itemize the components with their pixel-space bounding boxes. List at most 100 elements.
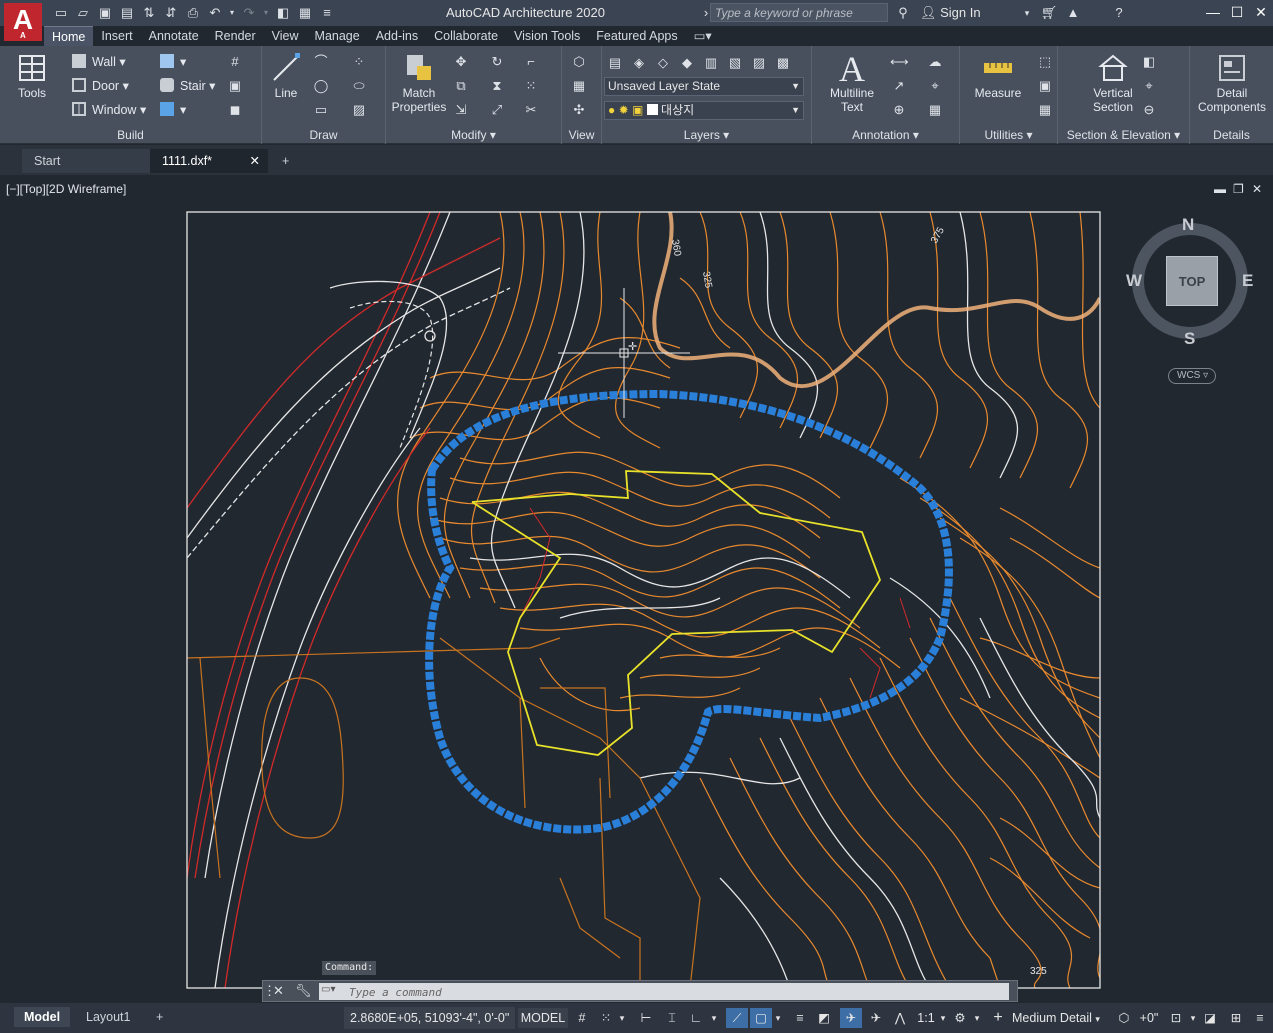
ellipse-icon[interactable]: ⬭	[350, 77, 368, 95]
new-tab-button[interactable]: +	[278, 149, 300, 173]
application-menu-button[interactable]: AA	[4, 3, 42, 41]
tab-featured-apps[interactable]: Featured Apps	[588, 26, 685, 46]
rotate-icon[interactable]: ↻	[488, 53, 506, 71]
close-icon[interactable]: ✕	[273, 983, 284, 999]
calculator-icon[interactable]: ▦	[1036, 101, 1054, 119]
select-similar-icon[interactable]: ▣	[1036, 77, 1054, 95]
close-icon[interactable]: ✕	[1252, 3, 1270, 21]
viewport-controls-label[interactable]: [−][Top][2D Wireframe]	[6, 182, 126, 196]
rectangle-icon[interactable]: ▭	[312, 101, 330, 119]
window-button[interactable]: Window ▾	[72, 101, 146, 119]
view-cube-icon[interactable]: ⬡	[570, 53, 588, 71]
grid-display-icon[interactable]: #	[572, 1008, 592, 1028]
command-input-box[interactable]: ▭▾	[319, 983, 1009, 1001]
trim-icon[interactable]: ✂	[522, 101, 540, 119]
layout1-tab[interactable]: Layout1	[76, 1007, 140, 1027]
move-icon[interactable]: ✥	[452, 53, 470, 71]
tab-add-ins[interactable]: Add-ins	[368, 26, 426, 46]
share-icon[interactable]: ◧	[274, 4, 292, 22]
minimize-icon[interactable]: —	[1204, 3, 1222, 21]
binoculars-icon[interactable]: ⚲	[894, 4, 912, 22]
ortho-mode-icon[interactable]: ∟	[686, 1008, 706, 1028]
vertical-section-button[interactable]: Vertical Section	[1084, 52, 1142, 114]
viewport-restore-icon[interactable]: ❐	[1233, 182, 1244, 196]
hatch-dropdown-icon[interactable]: ▾	[1188, 1008, 1198, 1028]
open-web-icon[interactable]: ⇅	[140, 4, 158, 22]
tab-manage[interactable]: Manage	[307, 26, 368, 46]
snap-dropdown-icon[interactable]: ▾	[616, 1008, 628, 1028]
undo-dropdown-icon[interactable]: ▾	[228, 4, 236, 22]
point-icon[interactable]: ⁘	[350, 53, 368, 71]
current-layer-dropdown[interactable]: ● ✹ ▣ 대상지 ▼	[604, 101, 804, 120]
array-icon[interactable]: ⁙	[522, 77, 540, 95]
detail-level-dropdown[interactable]: Medium Detail ▾	[1012, 1008, 1108, 1028]
new-icon[interactable]: ▭	[52, 4, 70, 22]
surface-hatch-icon[interactable]: ⊡	[1166, 1008, 1186, 1028]
scale-icon[interactable]: ⤢	[488, 101, 506, 119]
copy-icon[interactable]: ⧉	[452, 77, 470, 95]
command-prompt-icon[interactable]: ▭▾	[321, 984, 345, 998]
stretch-icon[interactable]: ⇲	[452, 101, 470, 119]
tab-insert[interactable]: Insert	[93, 26, 140, 46]
tab-drawing[interactable]: 1111.dxf* ✕	[150, 149, 268, 173]
tab-collaborate[interactable]: Collaborate	[426, 26, 506, 46]
lineweight-icon[interactable]: ≡	[790, 1008, 810, 1028]
transparency-icon[interactable]: ◩	[814, 1008, 834, 1028]
hatch-icon[interactable]: ▨	[350, 101, 368, 119]
column-icon[interactable]: ▣	[226, 77, 244, 95]
object-snap-tracking-icon[interactable]: ▢	[750, 1008, 772, 1028]
viewcube-top-face[interactable]: TOP	[1166, 256, 1218, 306]
workspace-dropdown-icon[interactable]: ▾	[972, 1008, 982, 1028]
search-input[interactable]	[711, 4, 887, 22]
autodesk-app-icon[interactable]: ▲	[1064, 4, 1082, 22]
workspace-icon[interactable]: ▦	[296, 4, 314, 22]
cart-icon[interactable]: 🛒︎	[1040, 4, 1058, 22]
multiline-text-button[interactable]: A Multiline Text	[822, 51, 882, 114]
drawing-viewport[interactable]: 360 325 375 325 ✛ [−][Top][2D Wireframe]…	[0, 178, 1273, 1000]
drawing-canvas[interactable]: 360 325 375 325 ✛	[0, 178, 1273, 1000]
help-icon[interactable]: ?	[1110, 4, 1128, 22]
elevation-mark-icon[interactable]: ⊖	[1140, 101, 1158, 119]
annotation-visibility-icon[interactable]: ✈	[840, 1008, 862, 1028]
search-box[interactable]	[710, 3, 888, 22]
tab-render[interactable]: Render	[207, 26, 264, 46]
add-layout-button[interactable]: +	[146, 1007, 173, 1027]
fillet-icon[interactable]: ⌐	[522, 53, 540, 71]
grid-icon[interactable]: #	[226, 53, 244, 71]
layer-state-dropdown[interactable]: Unsaved Layer State ▼	[604, 77, 804, 96]
workspace-gear-icon[interactable]: ⚙	[950, 1008, 970, 1028]
layer-previous-icon[interactable]: ▨	[750, 54, 768, 72]
compass-east[interactable]: E	[1242, 271, 1253, 291]
open-icon[interactable]: ▱	[74, 4, 92, 22]
callout-icon[interactable]: ⌖	[1140, 77, 1158, 95]
customize-qat-icon[interactable]: ≡	[318, 4, 336, 22]
tab-start[interactable]: Start	[22, 149, 150, 173]
infer-constraints-icon[interactable]: ⊢	[636, 1008, 656, 1028]
circle-icon[interactable]: ◯	[312, 77, 330, 95]
sign-in-dropdown-icon[interactable]: ▾	[1018, 4, 1036, 22]
table-icon[interactable]: ▦	[926, 101, 944, 119]
elevation-offset[interactable]: +0"	[1136, 1008, 1162, 1028]
door-button[interactable]: Door ▾	[72, 77, 129, 95]
mirror-icon[interactable]: ⧗	[488, 77, 506, 95]
save-web-icon[interactable]: ⇵	[162, 4, 180, 22]
osnap-dropdown-icon[interactable]: ▾	[772, 1008, 784, 1028]
pan-icon[interactable]: ✣	[570, 101, 588, 119]
tab-annotate[interactable]: Annotate	[141, 26, 207, 46]
tools-button[interactable]: Tools	[12, 52, 52, 100]
maximize-icon[interactable]: ☐	[1228, 3, 1246, 21]
section-box-icon[interactable]: ◧	[1140, 53, 1158, 71]
customize-wrench-icon[interactable]: 🔧︎	[295, 983, 312, 999]
viewports-icon[interactable]: ▦	[570, 77, 588, 95]
compass-north[interactable]: N	[1182, 215, 1194, 235]
redo-icon[interactable]: ↷	[240, 4, 258, 22]
measure-button[interactable]: Measure	[968, 52, 1028, 100]
polyline-icon[interactable]: ⌒	[312, 53, 330, 71]
polar-dropdown-icon[interactable]: ▾	[708, 1008, 720, 1028]
wcs-menu[interactable]: WCS ▿	[1168, 368, 1216, 384]
viewport-minimize-icon[interactable]: ▬	[1214, 182, 1226, 196]
wall-button[interactable]: Wall ▾	[72, 53, 126, 71]
save-as-icon[interactable]: ▤	[118, 4, 136, 22]
layer-match-icon[interactable]: ▧	[726, 54, 744, 72]
roof-button[interactable]: ▾	[160, 53, 186, 71]
